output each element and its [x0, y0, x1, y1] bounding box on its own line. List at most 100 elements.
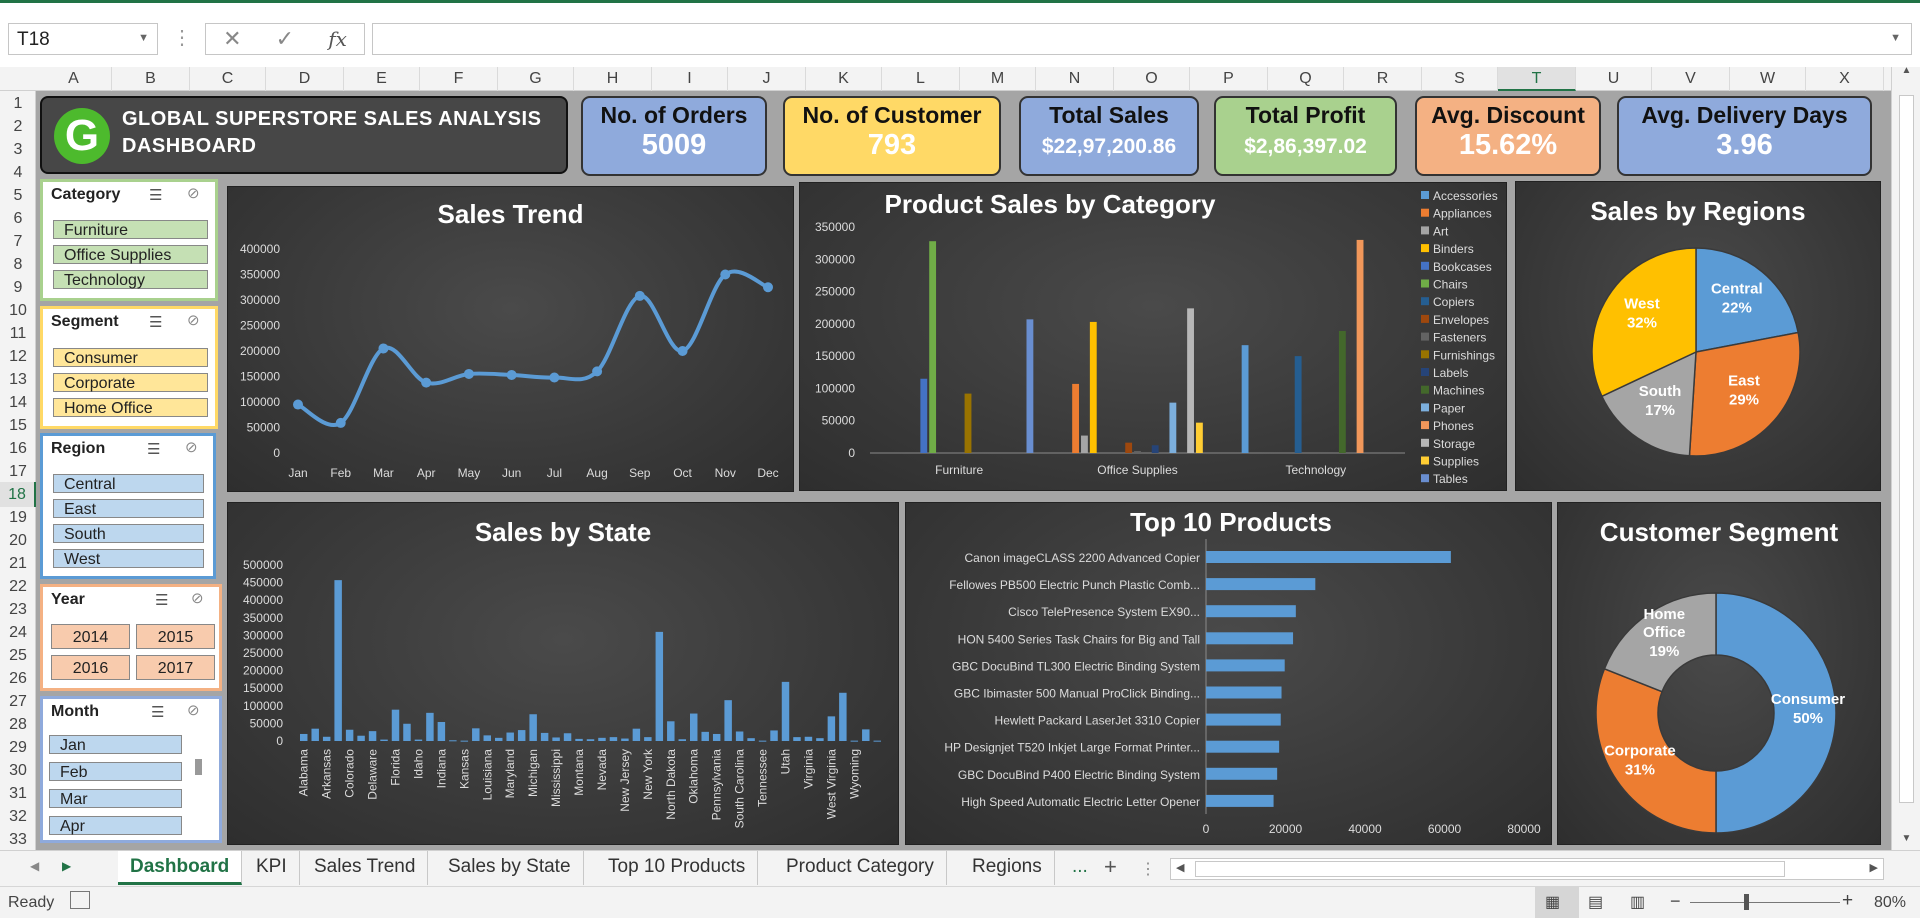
tab-scroll-right-icon[interactable]: ▶	[62, 859, 71, 873]
column-header-a[interactable]: A	[36, 67, 112, 91]
row-header-2[interactable]: 2	[0, 114, 36, 139]
column-header-r[interactable]: R	[1344, 67, 1422, 91]
slicer-item-2015[interactable]: 2015	[136, 624, 215, 649]
slicer-item-apr[interactable]: Apr	[49, 816, 182, 835]
row-header-14[interactable]: 14	[0, 390, 36, 415]
row-header-27[interactable]: 27	[0, 689, 36, 714]
column-header-u[interactable]: U	[1576, 67, 1652, 91]
slicer-item-corporate[interactable]: Corporate	[53, 373, 208, 392]
slicer-scrollbar[interactable]	[195, 759, 202, 775]
row-header-16[interactable]: 16	[0, 436, 36, 461]
multi-select-icon[interactable]: ☰	[149, 186, 162, 204]
row-header-1[interactable]: 1	[0, 91, 36, 116]
slicer-item-feb[interactable]: Feb	[49, 762, 182, 781]
column-header-c[interactable]: C	[190, 67, 266, 91]
column-header-n[interactable]: N	[1036, 67, 1114, 91]
slicer-item-mar[interactable]: Mar	[49, 789, 182, 808]
tab-product-category[interactable]: Product Category	[774, 851, 947, 885]
column-header-g[interactable]: G	[498, 67, 574, 91]
tab-top-10-products[interactable]: Top 10 Products	[596, 851, 759, 885]
clear-filter-icon[interactable]: ⊘	[187, 184, 200, 202]
vertical-scrollbar[interactable]: ▲ ▼	[1891, 65, 1920, 850]
row-header-13[interactable]: 13	[0, 367, 36, 392]
row-header-18[interactable]: 18	[0, 482, 36, 507]
scroll-down-icon[interactable]: ▼	[1892, 833, 1920, 844]
row-header-17[interactable]: 17	[0, 459, 36, 484]
add-sheet-button[interactable]: +	[1092, 851, 1129, 885]
normal-view-icon[interactable]: ▦	[1545, 892, 1560, 912]
multi-select-icon[interactable]: ☰	[147, 440, 160, 458]
row-header-8[interactable]: 8	[0, 252, 36, 277]
column-header-d[interactable]: D	[266, 67, 344, 91]
column-header-j[interactable]: J	[728, 67, 806, 91]
slicer-item-2016[interactable]: 2016	[51, 655, 130, 680]
slicer-item-2014[interactable]: 2014	[51, 624, 130, 649]
name-box[interactable]: T18 ▼	[8, 23, 158, 55]
row-header-6[interactable]: 6	[0, 206, 36, 231]
insert-function-button[interactable]: fx	[328, 27, 347, 51]
name-box-dropdown-icon[interactable]: ▼	[138, 32, 149, 44]
zoom-slider[interactable]	[1690, 902, 1840, 903]
row-header-29[interactable]: 29	[0, 735, 36, 760]
row-header-33[interactable]: 33	[0, 827, 36, 852]
tab-kpi[interactable]: KPI	[244, 851, 300, 885]
row-header-28[interactable]: 28	[0, 712, 36, 737]
row-header-3[interactable]: 3	[0, 137, 36, 162]
scroll-right-icon[interactable]: ▶	[1870, 861, 1878, 874]
row-header-7[interactable]: 7	[0, 229, 36, 254]
multi-select-icon[interactable]: ☰	[155, 591, 168, 609]
row-header-15[interactable]: 15	[0, 413, 36, 438]
slicer-item-jan[interactable]: Jan	[49, 735, 182, 754]
clear-filter-icon[interactable]: ⊘	[191, 589, 204, 607]
column-header-b[interactable]: B	[112, 67, 190, 91]
column-header-o[interactable]: O	[1114, 67, 1190, 91]
column-header-m[interactable]: M	[960, 67, 1036, 91]
row-header-10[interactable]: 10	[0, 298, 36, 323]
row-header-26[interactable]: 26	[0, 666, 36, 691]
column-header-t[interactable]: T	[1498, 67, 1576, 91]
slicer-item-west[interactable]: West	[53, 549, 204, 568]
tab-dashboard[interactable]: Dashboard	[118, 851, 243, 885]
column-header-s[interactable]: S	[1422, 67, 1498, 91]
horizontal-scroll-thumb[interactable]	[1195, 861, 1785, 877]
clear-filter-icon[interactable]: ⊘	[187, 311, 200, 329]
tab-scroll-left-icon[interactable]: ◀	[30, 859, 39, 873]
row-header-22[interactable]: 22	[0, 574, 36, 599]
page-layout-view-icon[interactable]: ▤	[1588, 892, 1603, 912]
slicer-item-2017[interactable]: 2017	[136, 655, 215, 680]
row-header-20[interactable]: 20	[0, 528, 36, 553]
multi-select-icon[interactable]: ☰	[149, 313, 162, 331]
slicer-item-furniture[interactable]: Furniture	[53, 220, 208, 239]
clear-filter-icon[interactable]: ⊘	[187, 701, 200, 719]
tab-bar-splitter-icon[interactable]: ⋮	[1140, 859, 1156, 879]
column-header-i[interactable]: I	[652, 67, 728, 91]
horizontal-scrollbar[interactable]: ◀ ▶	[1170, 858, 1884, 880]
column-header-x[interactable]: X	[1806, 67, 1884, 91]
row-header-21[interactable]: 21	[0, 551, 36, 576]
row-header-19[interactable]: 19	[0, 505, 36, 530]
column-header-f[interactable]: F	[420, 67, 498, 91]
zoom-in-button[interactable]: +	[1842, 890, 1853, 912]
row-header-23[interactable]: 23	[0, 597, 36, 622]
tab-sales-by-state[interactable]: Sales by State	[436, 851, 584, 885]
row-header-4[interactable]: 4	[0, 160, 36, 185]
column-header-h[interactable]: H	[574, 67, 652, 91]
row-header-31[interactable]: 31	[0, 781, 36, 806]
slicer-item-south[interactable]: South	[53, 524, 204, 543]
column-header-e[interactable]: E	[344, 67, 420, 91]
slicer-item-home-office[interactable]: Home Office	[53, 398, 208, 417]
slicer-item-office-supplies[interactable]: Office Supplies	[53, 245, 208, 264]
cancel-icon[interactable]: ✕	[223, 26, 241, 52]
slicer-item-east[interactable]: East	[53, 499, 204, 518]
scroll-up-icon[interactable]: ▲	[1892, 65, 1920, 76]
zoom-out-button[interactable]: −	[1670, 891, 1681, 912]
column-header-l[interactable]: L	[882, 67, 960, 91]
slicer-item-consumer[interactable]: Consumer	[53, 348, 208, 367]
vertical-scroll-thumb[interactable]	[1899, 95, 1914, 803]
tab-sales-trend[interactable]: Sales Trend	[302, 851, 429, 885]
zoom-slider-thumb[interactable]	[1744, 894, 1749, 910]
column-header-p[interactable]: P	[1190, 67, 1268, 91]
row-header-32[interactable]: 32	[0, 804, 36, 829]
enter-icon[interactable]: ✓	[276, 26, 294, 52]
row-header-12[interactable]: 12	[0, 344, 36, 369]
